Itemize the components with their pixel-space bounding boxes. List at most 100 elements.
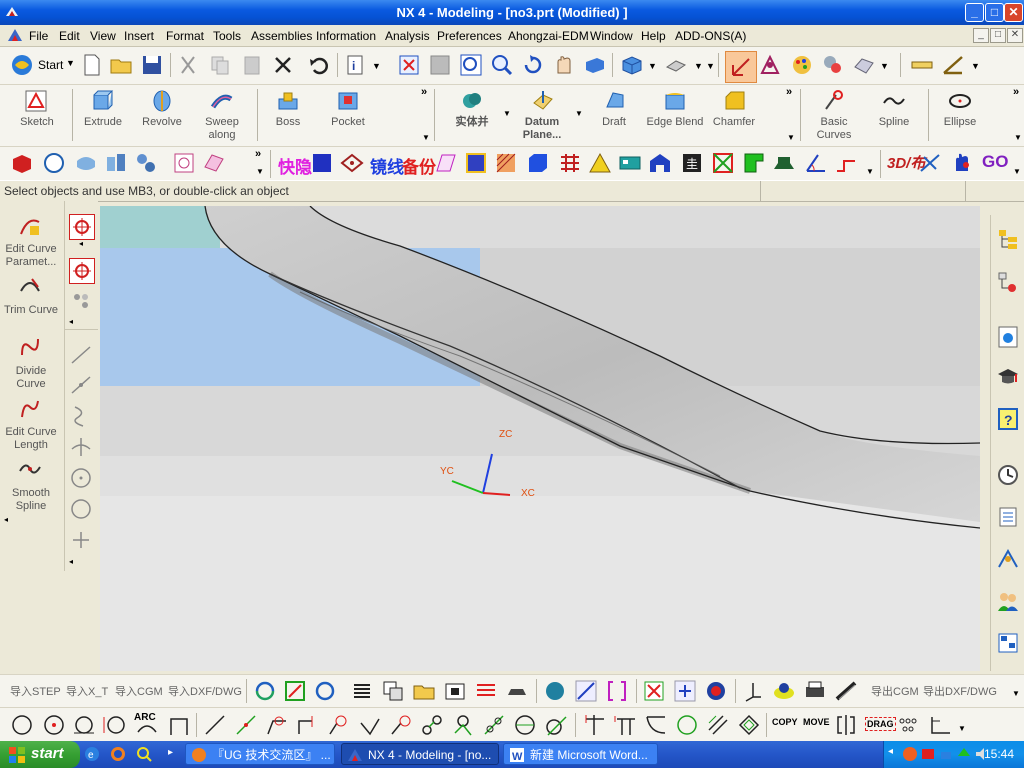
spline-label[interactable]: Spline [865,116,923,129]
chamfer-label[interactable]: Chamfer [705,116,763,129]
line-circle-tool-icon[interactable] [327,713,351,737]
menu-information[interactable]: Information [316,29,376,43]
graphics-window[interactable]: ZC YC XC [100,206,980,671]
boss-icon[interactable] [276,89,300,113]
surface-grid-icon[interactable] [202,151,226,175]
circle-icon[interactable] [69,497,93,521]
custom-overflow-icon[interactable]: » [255,148,261,160]
custom-options-icon[interactable]: ▼ [256,167,264,176]
perpendicular-icon[interactable] [69,435,93,459]
toolbar-options-icon[interactable]: ▼ [422,133,430,142]
bisector-icon[interactable] [451,713,475,737]
line-perp-tool-icon[interactable] [296,713,320,737]
orient-dropdown-icon[interactable]: ▼ [694,61,703,71]
blue-block-icon[interactable] [310,151,334,175]
taskbar-item-nx[interactable]: NX 4 - Modeling - [no... [341,743,499,765]
display-dropdown-icon[interactable]: ▼ [880,61,889,71]
measure-distance-icon[interactable] [910,53,934,77]
edit-curve-length-icon[interactable] [18,397,42,421]
curve-toolbar-dropdown-icon[interactable]: ▼ [958,724,966,733]
edit-curve-parameters-label[interactable]: Edit Curve Paramet... [0,243,62,269]
close-button[interactable]: ✕ [1004,3,1023,22]
trim-curve-label[interactable]: Trim Curve [0,304,62,317]
history-icon[interactable] [996,463,1020,487]
unite-label[interactable]: 实体并 [443,116,501,129]
green-step-icon[interactable] [742,151,766,175]
zoom-window-icon[interactable] [428,53,452,77]
datum-plane-dropdown-icon[interactable]: ▼ [575,109,583,118]
save-icon[interactable] [140,53,164,77]
cylinder-icon[interactable] [42,151,66,175]
scissors-line-icon[interactable] [918,151,942,175]
printer-icon[interactable] [803,679,827,703]
tray-security-icon[interactable] [920,746,936,762]
draft-label[interactable]: Draft [585,116,643,129]
offset-icon[interactable] [737,713,761,737]
import-step-button[interactable]: 导入STEP [10,683,61,699]
edit-curve-parameters-icon[interactable] [18,214,42,238]
parallelogram-icon[interactable] [434,151,458,175]
circle-outline-icon[interactable] [675,713,699,737]
tangent-line-icon[interactable] [544,713,568,737]
rotate-icon[interactable] [521,53,545,77]
smooth-spline-label[interactable]: Smooth Spline [0,487,62,513]
toolbar-options-icon-3[interactable]: ▼ [1014,133,1022,142]
start-button[interactable]: start [0,741,80,768]
plotter-icon[interactable] [834,679,858,703]
bracket-icon[interactable] [605,679,629,703]
line-through-icon[interactable] [482,713,506,737]
refresh-icon[interactable] [313,679,337,703]
palette-icon[interactable] [996,631,1020,655]
sync-icon[interactable] [253,679,277,703]
menu-view[interactable]: View [90,29,116,43]
snap-point-button[interactable] [69,214,95,240]
chamfer-icon[interactable] [723,89,747,113]
line-points-icon[interactable] [69,373,93,397]
smooth-spline-icon[interactable] [18,457,42,481]
menu-ahongzai-edm[interactable]: Ahongzai-EDM [508,29,589,43]
snap-point-icon[interactable] [758,53,782,77]
zoom-in-out-icon[interactable] [490,53,514,77]
step-line-icon[interactable] [834,151,858,175]
start-dropdown-icon[interactable]: ▼ [66,58,75,68]
chinese-char-icon[interactable]: 圭 [680,151,704,175]
mirror-brackets-icon[interactable] [834,713,858,737]
pocket-label[interactable]: Pocket [319,116,377,129]
line-icon[interactable] [69,343,93,367]
cd-icon[interactable] [772,679,796,703]
document-icon[interactable] [6,27,24,43]
export-cgm-button[interactable]: 导出CGM [871,683,919,699]
start-icon[interactable] [10,53,34,77]
menu-format[interactable]: Format [166,29,204,43]
edit-curve-length-label[interactable]: Edit Curve Length [0,426,62,452]
sweep-along-label[interactable]: Sweep along [193,116,251,142]
assembly-navigator-icon[interactable] [996,227,1020,251]
menu-file[interactable]: File [29,29,48,43]
undo-icon[interactable] [307,53,331,77]
circle-center-icon[interactable] [69,466,93,490]
new-file-icon[interactable] [80,53,104,77]
circle-three-point-icon[interactable] [102,713,126,737]
toolbar-options-icon-2[interactable]: ▼ [787,133,795,142]
toolbar-overflow-icon-2[interactable]: » [786,86,792,98]
extrude-icon[interactable] [90,89,114,113]
edge-blend-label[interactable]: Edge Blend [643,116,707,129]
info-dropdown-icon[interactable]: ▼ [372,61,381,71]
solid-cube-icon[interactable] [464,151,488,175]
tray-app-icon[interactable] [902,746,918,762]
menu-assemblies[interactable]: Assemblies [251,29,312,43]
backup-label[interactable]: 备份 [402,153,436,178]
extend-icon[interactable] [613,713,637,737]
unite-dropdown-icon[interactable]: ▼ [503,109,511,118]
circle-line-icon[interactable] [513,713,537,737]
hat-icon[interactable] [772,151,796,175]
cross-frame-icon[interactable] [711,151,735,175]
fillet-icon[interactable] [644,713,668,737]
orient-view-icon[interactable] [664,53,688,77]
revolve-icon[interactable] [150,89,174,113]
menu-tools[interactable]: Tools [213,29,241,43]
sketch-icon[interactable] [24,89,48,113]
arch-icon[interactable] [648,151,672,175]
system-materials-icon[interactable] [996,505,1020,529]
sketch-label[interactable]: Sketch [8,116,66,129]
